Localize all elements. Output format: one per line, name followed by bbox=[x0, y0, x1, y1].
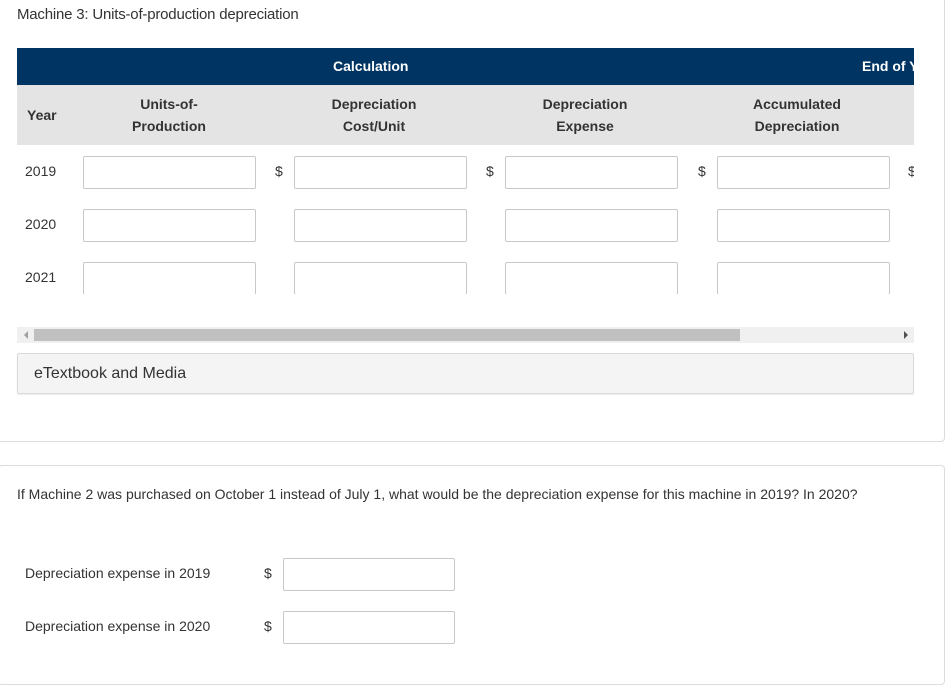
col-year: Year bbox=[27, 107, 57, 123]
table-row: 2019 $ $ $ $ bbox=[17, 152, 914, 192]
etextbook-media-button[interactable]: eTextbook and Media bbox=[17, 353, 914, 394]
horizontal-scrollbar[interactable] bbox=[17, 327, 914, 343]
col-units-line2: Production bbox=[132, 118, 206, 134]
question-text: If Machine 2 was purchased on October 1 … bbox=[17, 486, 858, 502]
depreciation-table: Calculation End of Y Year Units-of- Prod… bbox=[17, 48, 914, 294]
expense-input-2021[interactable] bbox=[505, 262, 678, 294]
scrollbar-thumb[interactable] bbox=[34, 329, 740, 341]
table-column-header: Year Units-of- Production Depreciation C… bbox=[17, 85, 914, 145]
cost-per-unit-input-2020[interactable] bbox=[294, 209, 467, 242]
expense-input-2020[interactable] bbox=[505, 209, 678, 242]
field-label-2019: Depreciation expense in 2019 bbox=[25, 565, 211, 581]
row-year: 2021 bbox=[25, 269, 57, 285]
depreciation-2020-input[interactable] bbox=[283, 611, 455, 644]
table-group-header: Calculation End of Y bbox=[17, 48, 914, 85]
dollar-sign: $ bbox=[264, 618, 272, 634]
accumulated-input-2019[interactable] bbox=[717, 156, 890, 189]
col-cost-line2: Cost/Unit bbox=[342, 118, 406, 134]
accumulated-input-2021[interactable] bbox=[717, 262, 890, 294]
col-accumulated-depreciation: Accumulated Depreciation bbox=[737, 93, 857, 137]
accumulated-input-2020[interactable] bbox=[717, 209, 890, 242]
cost-per-unit-input-2019[interactable] bbox=[294, 156, 467, 189]
dollar-sign: $ bbox=[275, 163, 283, 179]
row-year: 2020 bbox=[25, 216, 57, 232]
etextbook-media-label: eTextbook and Media bbox=[34, 365, 187, 382]
col-accum-line2: Depreciation bbox=[754, 118, 840, 134]
col-expense-line2: Expense bbox=[556, 118, 614, 134]
calculation-header: Calculation bbox=[333, 58, 409, 74]
table-row: 2021 bbox=[17, 258, 914, 294]
col-cost-per-unit: Depreciation Cost/Unit bbox=[314, 93, 434, 137]
row-year: 2019 bbox=[25, 163, 57, 179]
dollar-sign: $ bbox=[264, 565, 272, 581]
units-input-2021[interactable] bbox=[83, 262, 256, 294]
dollar-sign: $ bbox=[486, 163, 494, 179]
field-label-2020: Depreciation expense in 2020 bbox=[25, 618, 211, 634]
dollar-sign: $ bbox=[698, 163, 706, 179]
units-input-2019[interactable] bbox=[83, 156, 256, 189]
expense-input-2019[interactable] bbox=[505, 156, 678, 189]
col-units-line1: Units-of- bbox=[140, 96, 198, 112]
dollar-sign: $ bbox=[908, 163, 914, 179]
section-title: Machine 3: Units-of-production depreciat… bbox=[17, 6, 299, 23]
col-units-of-production: Units-of- Production bbox=[119, 93, 219, 137]
end-of-year-header: End of Y bbox=[862, 58, 914, 74]
table-row: 2020 bbox=[17, 205, 914, 245]
cost-per-unit-input-2021[interactable] bbox=[294, 262, 467, 294]
units-input-2020[interactable] bbox=[83, 209, 256, 242]
scroll-left-arrow-icon[interactable] bbox=[24, 331, 28, 339]
col-accum-line1: Accumulated bbox=[753, 96, 841, 112]
depreciation-2019-input[interactable] bbox=[283, 558, 455, 591]
col-depreciation-expense: Depreciation Expense bbox=[525, 93, 645, 137]
col-cost-line1: Depreciation bbox=[331, 96, 417, 112]
scroll-right-arrow-icon[interactable] bbox=[904, 331, 908, 339]
col-expense-line1: Depreciation bbox=[542, 96, 628, 112]
